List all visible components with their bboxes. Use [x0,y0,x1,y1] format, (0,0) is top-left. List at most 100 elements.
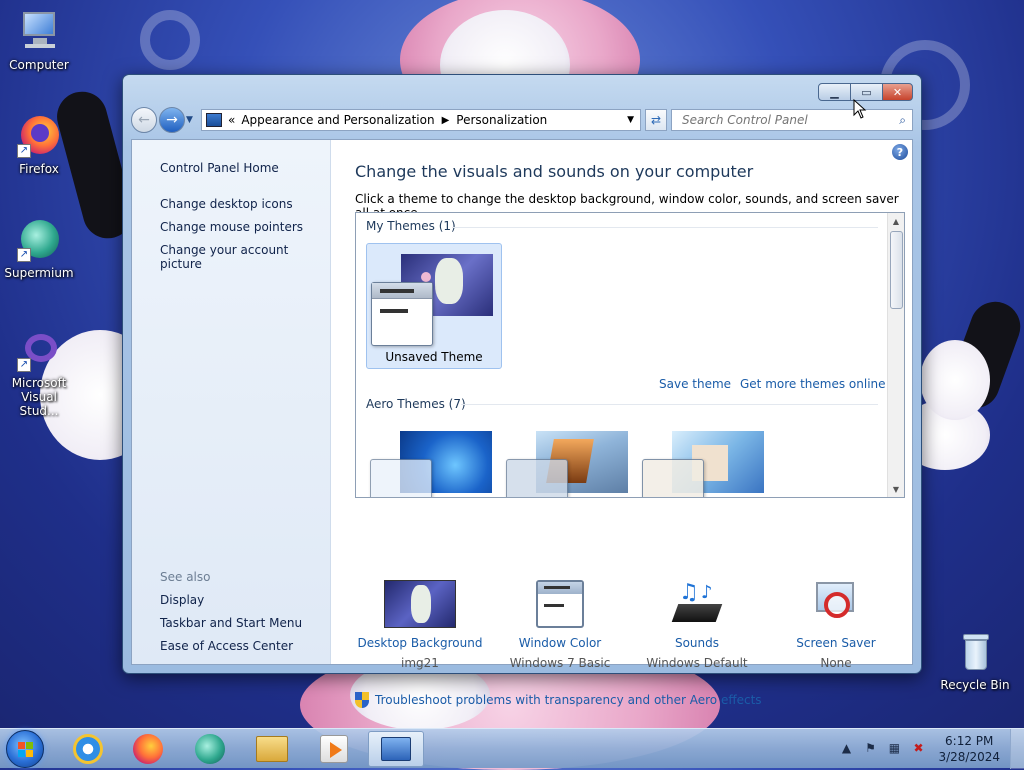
desktop-icon-computer[interactable]: Computer [1,10,77,72]
folder-icon [256,736,288,762]
taskbar-supermium[interactable] [182,731,238,767]
taskbar-media-player[interactable] [306,731,362,767]
minimize-button[interactable]: ▁ [818,83,851,101]
theme-window-preview [370,459,432,497]
personalization-window: ▁ ▭ ✕ ← → ▼ « Appearance and Personaliza… [122,74,922,708]
screen-saver-item[interactable]: Screen Saver None [771,580,901,670]
search-box[interactable]: ⌕ [671,109,913,131]
theme-architecture[interactable] [502,419,638,497]
start-button[interactable] [6,730,44,768]
sounds-link[interactable]: Sounds [632,636,762,650]
theme-window-preview [506,459,568,497]
back-arrow-icon: ← [138,112,150,128]
themes-scrollbar[interactable]: ▲ ▼ [887,213,904,497]
desktop-background-icon [384,580,456,628]
control-panel-home-link[interactable]: Control Panel Home [160,161,279,175]
get-more-themes-link[interactable]: Get more themes online [740,377,886,391]
search-input[interactable] [680,112,880,128]
search-icon[interactable]: ⌕ [899,113,906,128]
address-dropdown-icon[interactable]: ▼ [627,115,634,125]
volume-muted-icon[interactable]: ✖ [910,741,926,757]
change-account-picture-link[interactable]: Change your account picture [160,243,330,271]
page-title: Change the visuals and sounds on your co… [355,162,754,181]
show-hidden-icons-icon[interactable]: ▲ [838,741,854,757]
desktop-icon-firefox[interactable]: ↗ Firefox [1,114,77,176]
recent-pages-dropdown[interactable]: ▼ [186,115,198,125]
shortcut-arrow-icon: ↗ [17,358,31,372]
breadcrumb-appearance[interactable]: Appearance and Personalization [241,113,434,127]
back-button[interactable]: ← [131,107,157,133]
taskbar-file-explorer[interactable] [244,731,300,767]
refresh-button[interactable]: ⇄ [645,109,667,131]
control-panel-icon [381,737,411,761]
desktop-background-link[interactable]: Desktop Background [355,636,485,650]
wallpaper-ring [140,10,200,70]
taskbar-firefox[interactable] [120,731,176,767]
theme-window-preview [642,459,704,497]
taskbar-internet-explorer[interactable] [60,731,116,767]
sounds-item[interactable]: ♫ ♪ Sounds Windows Default [632,580,762,670]
mouse-cursor-icon [853,99,867,119]
address-bar[interactable]: « Appearance and Personalization ▶ Perso… [201,109,641,131]
network-icon[interactable]: ▦ [886,741,902,757]
scroll-thumb[interactable] [890,231,903,309]
display-link[interactable]: Display [160,593,204,607]
task-pane: Control Panel Home Change desktop icons … [132,140,331,664]
clock-date: 3/28/2024 [938,750,1000,764]
desktop-icon-recycle-bin[interactable]: Recycle Bin [937,630,1013,692]
help-icon: ? [896,145,904,159]
theme-unsaved[interactable]: Unsaved Theme [366,243,502,369]
theme-window-preview [371,282,433,346]
troubleshoot-text[interactable]: Troubleshoot problems with transparency … [375,693,762,707]
scroll-up-icon[interactable]: ▲ [888,213,904,229]
navigation-bar: ← → ▼ « Appearance and Personalization ▶… [131,107,913,133]
screen-saver-icon [812,580,860,628]
change-mouse-pointers-link[interactable]: Change mouse pointers [160,220,303,234]
restore-icon: ▭ [861,85,872,99]
chevron-down-icon: ▼ [186,115,193,125]
help-button[interactable]: ? [892,144,908,160]
breadcrumb-separator-icon[interactable]: ▶ [442,115,450,126]
action-center-flag-icon[interactable]: ⚑ [862,741,878,757]
forward-button[interactable]: → [159,107,185,133]
close-button[interactable]: ✕ [882,83,913,101]
forward-arrow-icon: → [166,112,178,128]
ease-of-access-link[interactable]: Ease of Access Center [160,639,293,653]
close-icon: ✕ [892,85,903,99]
windows-logo-icon [18,742,34,758]
troubleshoot-link[interactable]: Troubleshoot problems with transparency … [355,692,762,708]
minimize-icon: ▁ [830,85,839,99]
theme-characters[interactable] [638,419,774,497]
change-desktop-icons-link[interactable]: Change desktop icons [160,197,293,211]
window-color-value: Windows 7 Basic [509,656,611,670]
window-color-link[interactable]: Window Color [495,636,625,650]
taskbar-control-panel[interactable] [368,731,424,767]
window-color-icon [536,580,584,628]
breadcrumb-personalization[interactable]: Personalization [456,113,547,127]
desktop-icon-visual-studio[interactable]: ↗ Microsoft Visual Stud... [1,328,77,418]
firefox-icon: ↗ [17,114,61,158]
client-area: Control Panel Home Change desktop icons … [131,139,913,708]
window-color-item[interactable]: Window Color Windows 7 Basic [495,580,625,670]
main-content: ? Change the visuals and sounds on your … [331,140,912,708]
desktop-icon-supermium[interactable]: ↗ Supermium [1,218,77,280]
clock[interactable]: 6:12 PM 3/28/2024 [938,733,1000,765]
screen-saver-link[interactable]: Screen Saver [771,636,901,650]
show-desktop-button[interactable] [1010,729,1024,769]
firefox-icon [133,734,163,764]
control-panel-icon [206,113,222,127]
computer-icon [17,10,61,54]
themes-list: My Themes (1) Unsaved Theme Save theme G… [355,212,905,498]
group-divider [452,227,878,228]
taskbar-start-menu-link[interactable]: Taskbar and Start Menu [160,616,302,630]
sounds-value: Windows Default [646,656,748,670]
desktop-background-item[interactable]: Desktop Background img21 [355,580,485,670]
desktop-background-value: img21 [401,656,439,670]
theme-windows-7[interactable] [366,419,502,497]
clock-time: 6:12 PM [945,734,994,748]
breadcrumb-overflow-icon[interactable]: « [228,113,235,127]
scroll-down-icon[interactable]: ▼ [888,481,904,497]
save-theme-link[interactable]: Save theme [659,377,731,391]
shield-icon [355,692,369,708]
theme-label: Unsaved Theme [385,350,483,364]
